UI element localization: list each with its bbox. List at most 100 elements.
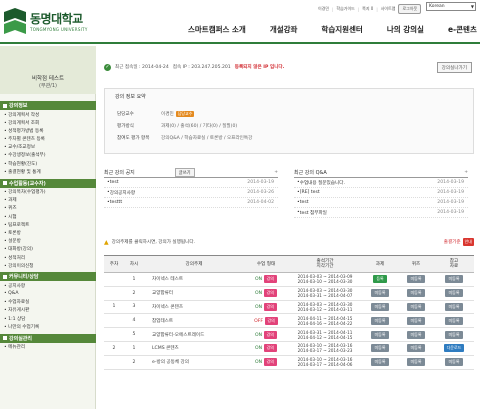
lecture-title-link[interactable]: e-방의 공동체 강의 <box>144 355 244 370</box>
col-lesson: 차시 <box>124 255 144 273</box>
menu-section-activities[interactable]: 수업활동(교수자) <box>0 178 96 188</box>
list-item[interactable]: • [RE] test 2014-03-19 <box>294 188 468 198</box>
sidebar-item[interactable]: • 강의목차(수업평가) <box>0 188 96 196</box>
task-button: 미등록 <box>371 344 389 353</box>
sidebar-item[interactable]: • 시험 <box>0 212 96 220</box>
menu-section-course-info[interactable]: 강의정보 <box>0 101 96 110</box>
list-item[interactable]: • 수업내용 질문있습니다. 2014-03-19 <box>294 178 468 188</box>
util-sitemap-link[interactable]: 사이트맵 <box>381 6 396 12</box>
sidebar-item[interactable]: • 대화방(강의) <box>0 245 96 253</box>
ref-button: 미등록 <box>445 275 463 284</box>
task-button: 미등록 <box>371 289 389 298</box>
ref-button: 미등록 <box>445 289 463 298</box>
university-logo[interactable]: 동명대학교 TONGMYONG UNIVERSITY <box>4 8 124 40</box>
lecture-title-link[interactable]: 참업테스트 <box>144 313 244 329</box>
sidebar-item[interactable]: • Q&A <box>0 290 96 298</box>
sidebar-item[interactable]: • 수업자료실 <box>0 298 96 306</box>
more-notice-button[interactable]: + <box>274 170 278 175</box>
attendance-criteria-link[interactable]: 출결기준 <box>444 239 461 245</box>
course-subtitle: (무관/1) <box>39 83 57 89</box>
nav-item-econtents[interactable]: e-콘텐츠 <box>436 24 480 35</box>
sidebar-item[interactable]: • 교수/조교정보 <box>0 143 96 151</box>
nav-item-intro[interactable]: 스마트캠퍼스 소개 <box>176 24 258 35</box>
col-mode: 수업 형태 <box>244 255 288 273</box>
check-icon: ✓ <box>104 63 111 71</box>
language-select[interactable]: Korean ▼ <box>426 2 476 11</box>
table-row: 5 교양합류터-오에스트레이드 ON 강의 2014-03-31 ~ 2014-… <box>104 327 474 342</box>
ref-button: 미등록 <box>445 302 463 311</box>
separator: | <box>357 6 360 12</box>
list-item[interactable]: • 강의공지사항 2014-03-26 <box>104 188 278 198</box>
table-row: 4 참업테스트 OFF 강의 2014-04-11 ~ 2014-04-15 20… <box>104 313 474 329</box>
util-message-link[interactable]: 쪽지 0 <box>362 6 373 12</box>
sidebar-item[interactable]: • 1:1 상담 <box>0 314 96 322</box>
quiz-button: 미등록 <box>407 330 425 339</box>
table-row: 1 3 차이넥스 콘텐츠 ON 강의 2014-03-03 ~ 2014-03-… <box>104 300 474 315</box>
menu-section-room-admin[interactable]: 강의실관리 <box>0 333 96 343</box>
col-title: 강의주제 <box>144 255 244 273</box>
sidebar-item[interactable]: • 팀프로젝트 <box>0 220 96 228</box>
nav-item-support[interactable]: 학습지원센터 <box>309 24 374 35</box>
col-week: 주차 <box>104 255 124 273</box>
nav-item-courses[interactable]: 개설강좌 <box>258 24 310 35</box>
task-button: 등록 <box>373 275 387 284</box>
lecture-title-link[interactable]: 교양합류터-오에스트레이드 <box>144 327 244 342</box>
table-row: 2 e-방의 공동체 강의 ON 강의 2014-03-10 ~ 2014-03… <box>104 355 474 370</box>
list-item[interactable]: • test 2014-03-19 <box>104 178 278 188</box>
task-button: 미등록 <box>371 330 389 339</box>
lecture-title-link[interactable]: LCMS 콘텐츠 <box>144 341 244 356</box>
sidebar-item[interactable]: • 수강생정보(출석부) <box>0 151 96 159</box>
sidebar-item[interactable]: • 메뉴관리 <box>0 343 96 351</box>
list-item[interactable]: • test 첨부파일 2014-03-19 <box>294 208 468 218</box>
sidebar-item[interactable]: • 성적평가방법 등록 <box>0 126 96 134</box>
sidebar-item[interactable]: • 과제 <box>0 196 96 204</box>
sidebar-item[interactable]: • 나만의 수업기록 <box>0 322 96 330</box>
lecture-title-link[interactable]: 교양합류터 <box>144 286 244 301</box>
square-bullet-icon <box>3 336 7 340</box>
sidebar-item[interactable]: • 강의계획서 조회 <box>0 118 96 126</box>
col-quiz: 퀴즈 <box>398 255 434 273</box>
sidebar-item[interactable]: • 자유게시판 <box>0 306 96 314</box>
task-button: 미등록 <box>371 316 389 325</box>
lecture-title-link[interactable]: 차이넥스 테스트 <box>144 272 244 287</box>
lecture-title-link[interactable]: 차이넥스 콘텐츠 <box>144 300 244 315</box>
course-info-box: 비학점 테스트 (무관/1) <box>0 46 96 94</box>
sidebar-item[interactable]: • 출결현황 및 통계 <box>0 167 96 175</box>
more-qa-button[interactable]: + <box>464 170 468 175</box>
quiz-button: 미등록 <box>407 302 425 311</box>
sidebar-item[interactable]: • 설문방 <box>0 237 96 245</box>
logout-button[interactable]: 로그아웃 <box>398 4 422 14</box>
sidebar-item[interactable]: • 성적처리 <box>0 253 96 261</box>
ref-button: 미등록 <box>445 330 463 339</box>
login-info-bar: ✓ 최근 접속일 : 2014-04-24 접속 IP : 203.247.20… <box>104 60 474 74</box>
list-item[interactable]: • testtt 2014-04-02 <box>104 198 278 208</box>
recent-boards: 최근 강의 공지 글쓰기 + • test 2014-03-19 • 강의공지사항… <box>104 168 474 232</box>
course-title: 비학점 테스트 <box>31 76 65 82</box>
sidebar-item[interactable]: • 퀴즈 <box>0 204 96 212</box>
exit-classroom-button[interactable]: 강의실나가기 <box>436 62 472 73</box>
util-guide-link[interactable]: 학습가이드 <box>336 6 354 12</box>
last-login: 최근 접속일 : 2014-04-24 <box>115 65 169 70</box>
lecture-hint-bar: ▲ 강의주제를 클릭하시면, 강의가 실행됩니다. 출결기준 안내 <box>104 236 474 248</box>
sidebar-item[interactable]: • 공지사항 <box>0 281 96 289</box>
list-item[interactable]: • test 2014-03-19 <box>294 198 468 208</box>
lecture-hint-text: 강의주제를 클릭하시면, 강의가 실행됩니다. <box>111 240 196 245</box>
sidebar-item[interactable]: • 강의계획서 작성 <box>0 110 96 118</box>
professor-badge: 담당교수 <box>175 111 195 117</box>
sidebar-item[interactable]: • 강의이의신청 <box>0 261 96 269</box>
menu-section-community[interactable]: 커뮤니티/상담 <box>0 272 96 282</box>
square-bullet-icon <box>3 181 7 185</box>
sidebar-item[interactable]: • 학습현황(진도) <box>0 159 96 167</box>
ref-button: 미등록 <box>445 316 463 325</box>
separator: | <box>376 6 378 12</box>
sidebar-item[interactable]: • 주차별 콘텐츠 등록 <box>0 135 96 143</box>
util-user-link[interactable]: 이경민 <box>318 6 329 12</box>
separator: | <box>332 6 334 12</box>
nav-item-myclass[interactable]: 나의 강의실 <box>375 24 436 35</box>
table-row: 1 차이넥스 테스트 ON 강의 2014-03-03 ~ 2014-03-09… <box>104 272 474 287</box>
quiz-button: 미등록 <box>407 275 425 284</box>
quiz-button: 미등록 <box>407 344 425 353</box>
attendance-guide-button[interactable]: 안내 <box>462 238 474 246</box>
sidebar-item[interactable]: • 토론방 <box>0 228 96 236</box>
write-button[interactable]: 글쓰기 <box>174 168 195 177</box>
